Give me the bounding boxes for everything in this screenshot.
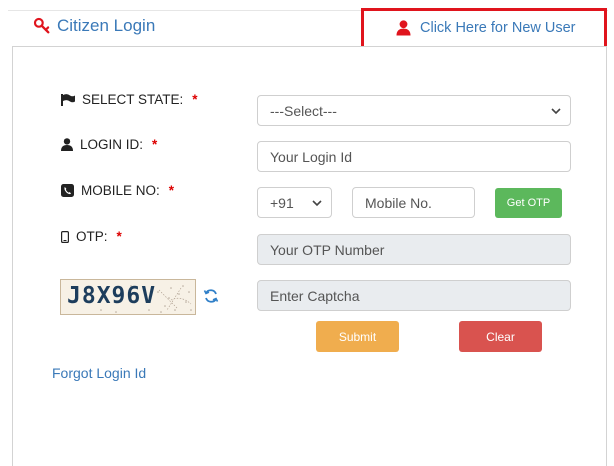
page-title-text: Citizen Login (57, 16, 156, 35)
page-title: Citizen Login (33, 16, 155, 36)
new-user-link-text[interactable]: Click Here for New User (420, 20, 576, 36)
clear-button[interactable]: Clear (459, 321, 542, 352)
otp-input[interactable]: Your OTP Number (257, 234, 571, 265)
user-icon (61, 138, 73, 151)
mobile-input[interactable]: Mobile No. (352, 187, 475, 218)
otp-placeholder: Your OTP Number (270, 241, 385, 258)
get-otp-button[interactable]: Get OTP (495, 188, 562, 218)
mobile-device-icon (61, 230, 69, 243)
country-code-select[interactable]: +91 (257, 187, 332, 218)
mobile-placeholder: Mobile No. (365, 194, 432, 211)
required-marker: * (192, 92, 198, 107)
mobile-label-text: MOBILE NO: (81, 183, 160, 198)
user-icon (396, 20, 411, 36)
login-id-input[interactable]: Your Login Id (257, 141, 571, 172)
key-icon (33, 17, 50, 34)
otp-label: OTP: * (61, 229, 122, 244)
state-label-text: SELECT STATE: (82, 92, 184, 107)
required-marker: * (168, 183, 175, 198)
state-select-value: ---Select--- (270, 102, 337, 119)
captcha-text: J8X96V (67, 283, 157, 309)
state-select[interactable]: ---Select--- (257, 95, 571, 126)
state-label: SELECT STATE: * (61, 92, 198, 107)
captcha-image: J8X96V (60, 279, 196, 315)
chevron-down-icon (312, 199, 322, 206)
submit-button[interactable]: Submit (316, 321, 399, 352)
login-id-placeholder: Your Login Id (270, 148, 352, 165)
country-code-value: +91 (270, 194, 294, 211)
otp-label-text: OTP: (76, 229, 108, 244)
forgot-login-id-link[interactable]: Forgot Login Id (52, 365, 146, 381)
captcha-placeholder: Enter Captcha (270, 287, 360, 304)
captcha-input[interactable]: Enter Captcha (257, 280, 571, 311)
chevron-down-icon (551, 107, 561, 114)
phone-icon (61, 184, 74, 197)
refresh-icon[interactable] (203, 288, 219, 304)
login-id-label: LOGIN ID: * (61, 137, 157, 152)
mobile-label: MOBILE NO: * (61, 183, 174, 198)
new-user-highlight: Click Here for New User (361, 8, 607, 51)
new-user-link[interactable]: Click Here for New User (396, 20, 576, 36)
required-marker: * (152, 137, 158, 152)
required-marker: * (116, 229, 122, 244)
login-id-label-text: LOGIN ID: (80, 137, 144, 152)
flag-icon (61, 93, 75, 106)
